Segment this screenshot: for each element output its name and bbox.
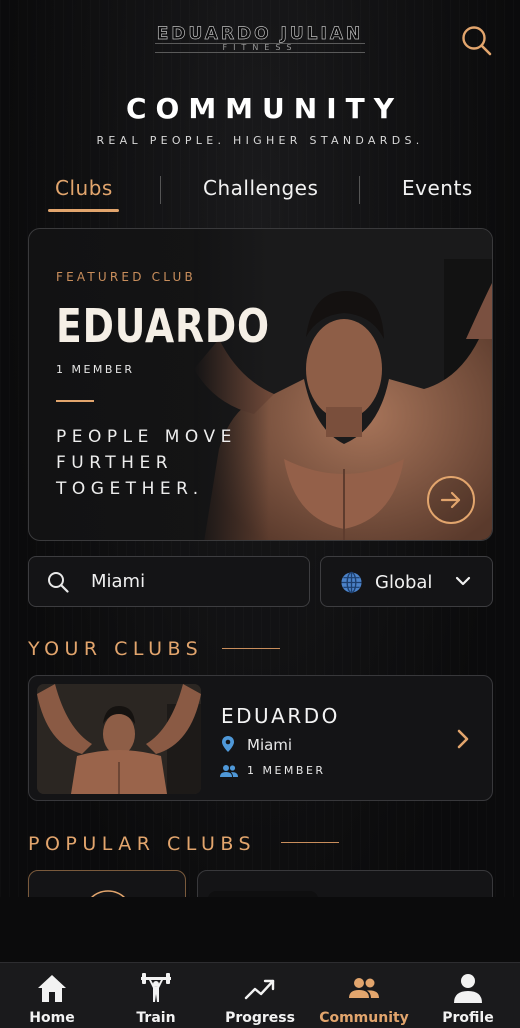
nav-profile-label: Profile xyxy=(442,1010,494,1026)
members-icon xyxy=(220,765,238,777)
club-thumbnail-photo xyxy=(37,684,201,794)
club-location: Miami xyxy=(247,736,293,754)
chevron-down-icon xyxy=(455,576,471,586)
tab-events[interactable]: Events xyxy=(402,176,473,200)
people-icon xyxy=(349,978,379,998)
your-clubs-rule xyxy=(222,648,280,649)
featured-member-count: 1 MEMBER xyxy=(56,363,135,376)
nav-home[interactable]: Home xyxy=(0,963,104,1028)
nav-community-label: Community xyxy=(319,1010,409,1026)
brand-sub: FITNESS xyxy=(155,43,365,53)
bottom-nav: Home Train Progress Community Profile xyxy=(0,962,520,1028)
your-clubs-heading: YOUR CLUBS xyxy=(28,638,204,660)
person-icon xyxy=(454,974,482,1003)
nav-profile[interactable]: Profile xyxy=(416,963,520,1028)
page-subtitle: REAL PEOPLE. HIGHER STANDARDS. xyxy=(96,134,424,147)
active-tab-indicator xyxy=(48,209,119,212)
page-title: COMMUNITY xyxy=(125,92,404,125)
tab-challenges[interactable]: Challenges xyxy=(203,176,318,200)
popular-clubs-rule xyxy=(281,842,339,843)
app-header: EDUARDO JULIAN FITNESS xyxy=(0,0,520,80)
home-icon xyxy=(38,975,66,1002)
nav-train[interactable]: Train xyxy=(104,963,208,1028)
featured-open-button[interactable] xyxy=(427,476,475,524)
club-name: EDUARDO xyxy=(221,704,340,728)
search-button[interactable] xyxy=(460,24,494,58)
search-value: Miami xyxy=(91,571,146,592)
scroll-fade xyxy=(0,897,520,963)
featured-divider xyxy=(56,400,94,402)
search-icon xyxy=(48,572,69,593)
featured-club-name: EDUARDO xyxy=(56,299,270,353)
location-pin-icon xyxy=(222,736,234,752)
featured-club-card[interactable]: FEATURED CLUB EDUARDO 1 MEMBER PEOPLE MO… xyxy=(28,228,493,541)
nav-home-label: Home xyxy=(29,1010,75,1026)
chevron-right-icon xyxy=(457,729,469,749)
search-icon xyxy=(462,26,492,56)
region-select[interactable]: Global xyxy=(320,556,493,607)
nav-progress-label: Progress xyxy=(225,1010,295,1026)
globe-icon xyxy=(341,571,362,594)
club-list-item[interactable]: EDUARDO Miami 1 MEMBER xyxy=(28,675,493,801)
brand-logo: EDUARDO JULIAN FITNESS xyxy=(150,24,370,53)
brand-name: EDUARDO JULIAN xyxy=(156,24,364,45)
nav-community[interactable]: Community xyxy=(312,963,416,1028)
tab-divider xyxy=(359,176,360,204)
arrow-right-icon xyxy=(440,491,461,509)
club-thumbnail xyxy=(37,684,201,794)
club-member-count: 1 MEMBER xyxy=(247,764,326,777)
community-tabs: Clubs Challenges Events xyxy=(0,170,520,216)
featured-label: FEATURED CLUB xyxy=(56,270,196,284)
tab-clubs[interactable]: Clubs xyxy=(55,176,113,200)
club-search-input[interactable]: Miami xyxy=(28,556,310,607)
region-value: Global xyxy=(375,572,433,593)
dumbbell-person-icon xyxy=(141,973,171,1002)
popular-clubs-heading: POPULAR CLUBS xyxy=(28,833,257,855)
trend-up-icon xyxy=(244,979,275,1000)
tab-divider xyxy=(160,176,161,204)
featured-tagline: PEOPLE MOVE FURTHER TOGETHER. xyxy=(56,427,237,499)
nav-progress[interactable]: Progress xyxy=(208,963,312,1028)
nav-train-label: Train xyxy=(136,1010,176,1026)
